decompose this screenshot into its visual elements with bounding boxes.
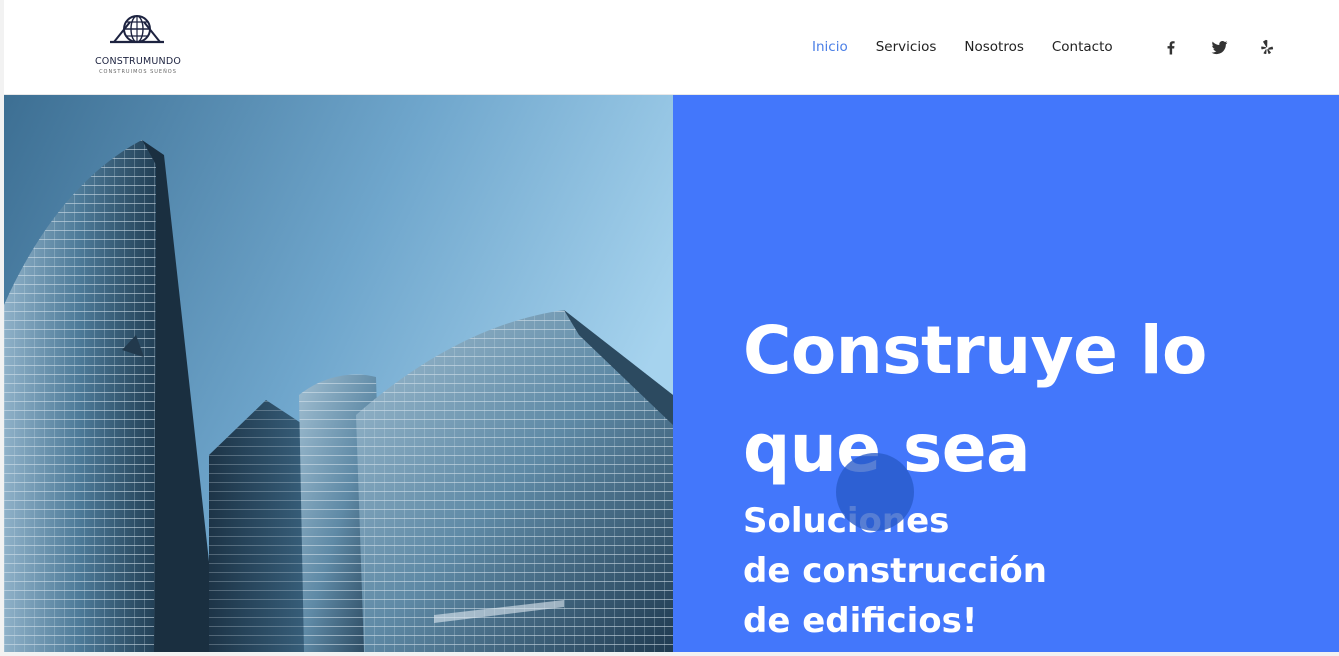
social-links	[1160, 36, 1304, 58]
yelp-icon[interactable]	[1256, 36, 1278, 58]
hero-subheadline: Soluciones de construcción de edificios!	[743, 496, 1243, 646]
hero-subheadline-line: Soluciones	[743, 501, 950, 541]
page-bottom-edge	[0, 652, 1339, 656]
brand-name: CONSTRUMUNDO	[94, 56, 182, 67]
nav-link-contacto[interactable]: Contacto	[1052, 39, 1113, 55]
nav-link-inicio[interactable]: Inicio	[812, 39, 848, 55]
nav-link-nosotros[interactable]: Nosotros	[964, 39, 1024, 55]
nav-link-servicios[interactable]: Servicios	[876, 39, 937, 55]
hero-image	[4, 95, 673, 652]
glass-skyscrapers-photo	[4, 95, 673, 652]
brand-logo[interactable]: CONSTRUMUNDO CONSTRUIMOS SUEÑOS	[82, 10, 194, 82]
hero-subheadline-line: de construcción	[743, 551, 1047, 591]
site-header: CONSTRUMUNDO CONSTRUIMOS SUEÑOS Inicio S…	[4, 0, 1339, 95]
brand-tagline: CONSTRUIMOS SUEÑOS	[99, 69, 177, 75]
cursor-highlight	[836, 453, 914, 531]
globe-roof-icon	[110, 15, 164, 44]
hero-subheadline-line: de edificios!	[743, 601, 978, 641]
hero-panel: Construye lo que sea Soluciones de const…	[673, 95, 1339, 652]
page: CONSTRUMUNDO CONSTRUIMOS SUEÑOS Inicio S…	[0, 0, 1339, 656]
hero-headline: Construye lo que sea	[743, 312, 1207, 487]
twitter-icon[interactable]	[1208, 36, 1230, 58]
facebook-icon[interactable]	[1160, 36, 1182, 58]
main-nav: Inicio Servicios Nosotros Contacto	[812, 36, 1141, 58]
